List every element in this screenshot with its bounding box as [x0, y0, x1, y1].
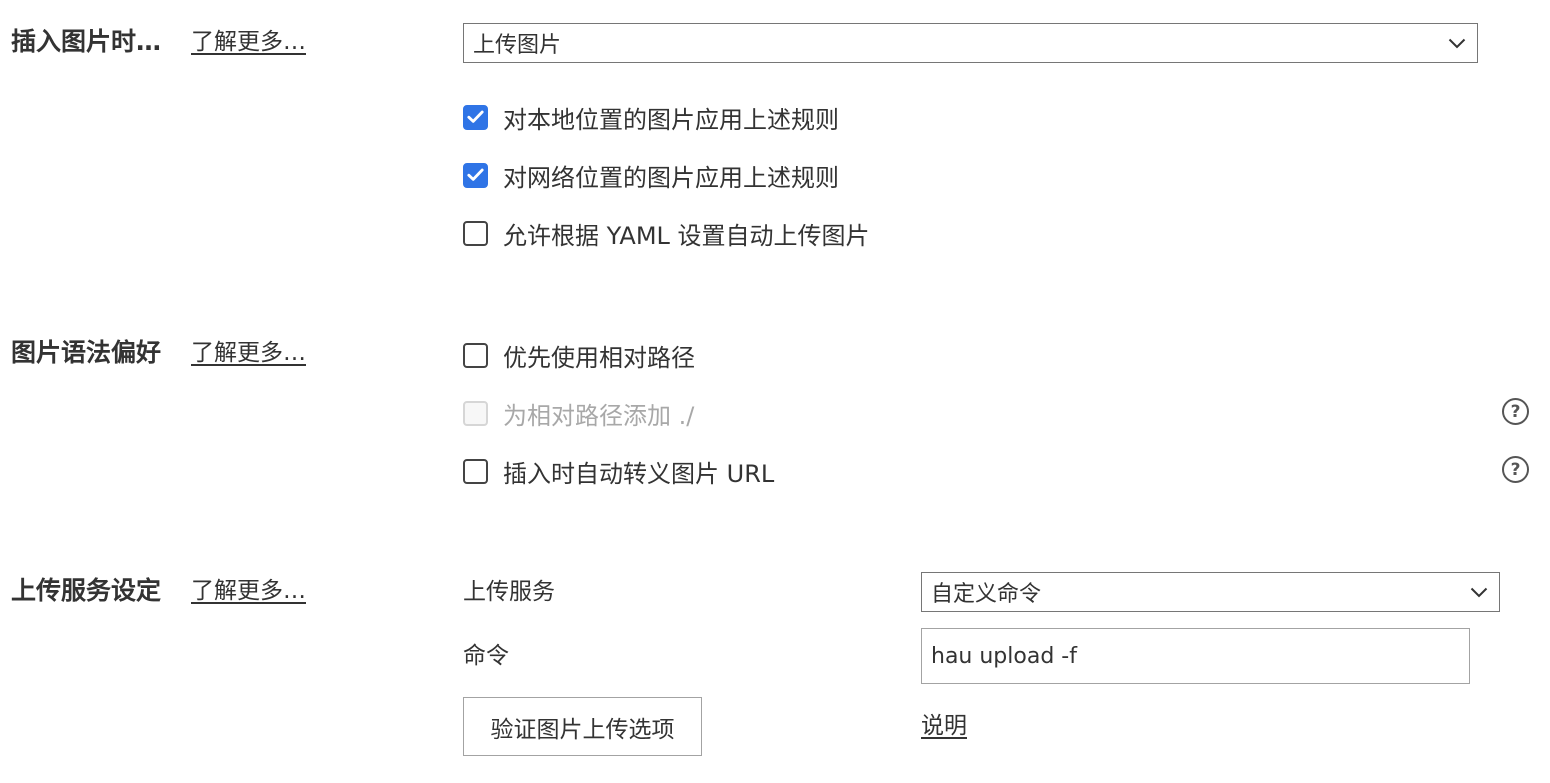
chevron-down-icon [1459, 573, 1499, 611]
option-local-images[interactable]: 对本地位置的图片应用上述规则 [463, 102, 839, 134]
command-label: 命令 [463, 643, 509, 669]
insert-image-learn-more-link[interactable]: 了解更多… [191, 27, 306, 57]
upload-service-learn-more-link[interactable]: 了解更多… [191, 576, 306, 606]
preferences-image-panel: 插入图片时… 了解更多… 上传图片 对本地位置的图片应用上述规则 对网络位置的图… [0, 0, 1550, 783]
network-images-label: 对网络位置的图片应用上述规则 [503, 163, 839, 192]
option-add-dot-slash: 为相对路径添加 ./ [463, 398, 695, 430]
yaml-auto-upload-checkbox[interactable] [463, 220, 488, 246]
checkmark-icon [467, 168, 484, 181]
local-images-label: 对本地位置的图片应用上述规则 [503, 105, 839, 134]
local-images-checkbox[interactable] [463, 104, 488, 130]
help-circle-icon[interactable]: ? [1502, 398, 1529, 425]
insert-image-section-title: 插入图片时… [11, 27, 162, 56]
prefer-relative-path-checkbox[interactable] [463, 342, 488, 368]
upload-service-select[interactable]: 自定义命令 [921, 572, 1500, 612]
add-dot-slash-label: 为相对路径添加 ./ [503, 401, 695, 430]
image-syntax-learn-more-link[interactable]: 了解更多… [191, 338, 306, 368]
prefer-relative-path-label: 优先使用相对路径 [503, 343, 695, 372]
option-yaml-auto-upload[interactable]: 允许根据 YAML 设置自动上传图片 [463, 218, 870, 250]
upload-service-value: 自定义命令 [931, 582, 1042, 607]
checkmark-icon [467, 110, 484, 123]
option-escape-image-url[interactable]: 插入时自动转义图片 URL [463, 456, 775, 488]
upload-service-section-title: 上传服务设定 [11, 576, 162, 605]
option-network-images[interactable]: 对网络位置的图片应用上述规则 [463, 160, 839, 192]
upload-service-label: 上传服务 [463, 579, 555, 605]
yaml-auto-upload-label: 允许根据 YAML 设置自动上传图片 [503, 221, 870, 250]
network-images-checkbox[interactable] [463, 162, 488, 188]
image-syntax-section-title: 图片语法偏好 [11, 338, 162, 367]
command-input[interactable] [921, 628, 1470, 684]
verify-upload-button[interactable]: 验证图片上传选项 [463, 697, 702, 756]
escape-image-url-checkbox[interactable] [463, 458, 488, 484]
option-prefer-relative-path[interactable]: 优先使用相对路径 [463, 340, 695, 372]
chevron-down-icon [1437, 24, 1477, 62]
insert-image-action-select[interactable]: 上传图片 [463, 23, 1478, 63]
insert-image-action-value: 上传图片 [473, 33, 562, 58]
add-dot-slash-checkbox [463, 400, 488, 426]
escape-image-url-label: 插入时自动转义图片 URL [503, 459, 775, 488]
help-circle-icon[interactable]: ? [1502, 456, 1529, 483]
upload-help-link[interactable]: 说明 [921, 711, 967, 741]
